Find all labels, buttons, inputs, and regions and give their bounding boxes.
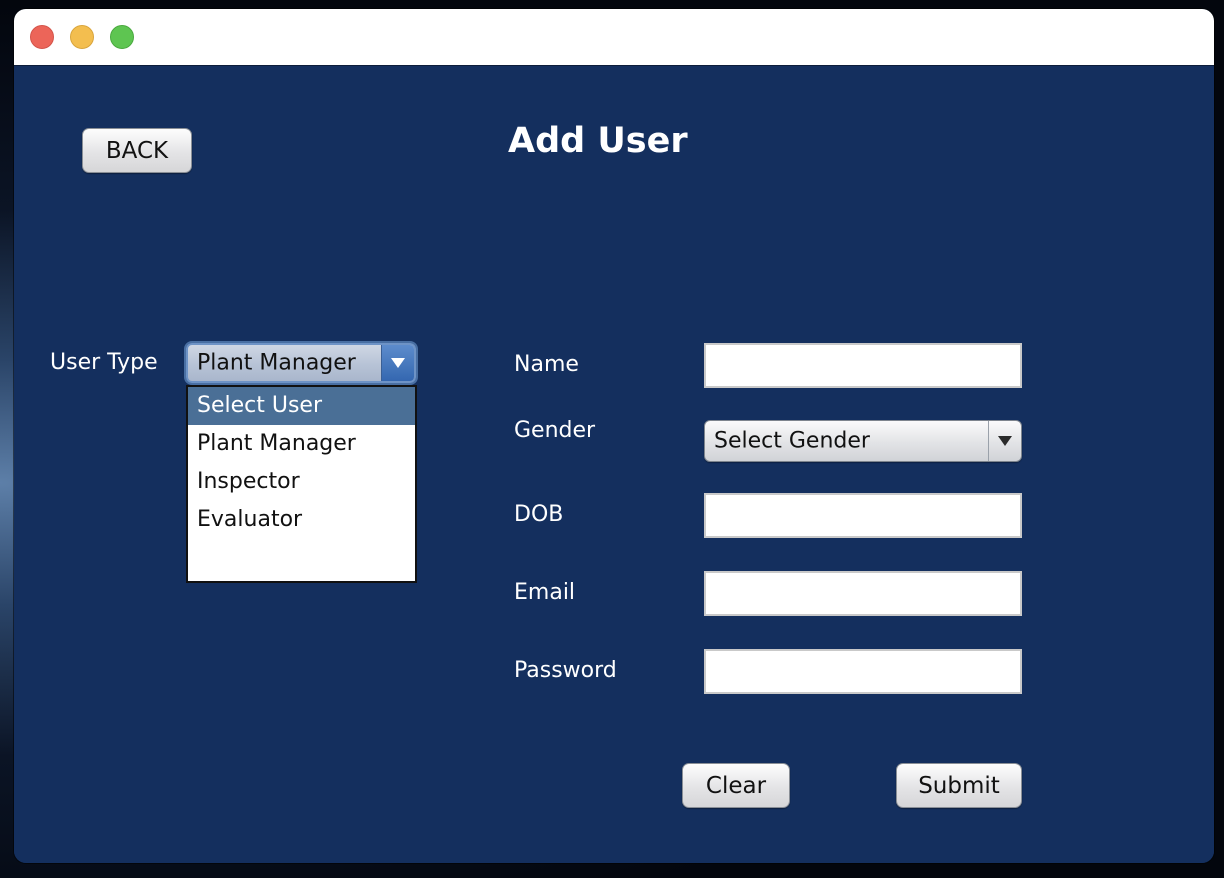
close-icon[interactable] bbox=[30, 25, 54, 49]
user-type-label: User Type bbox=[50, 350, 158, 375]
add-user-panel: BACK Add User User Type Plant Manager Se… bbox=[14, 66, 1214, 863]
gender-label: Gender bbox=[514, 418, 596, 443]
chevron-down-icon[interactable] bbox=[988, 421, 1021, 461]
password-field[interactable] bbox=[704, 649, 1022, 694]
user-type-select[interactable]: Plant Manager bbox=[186, 343, 416, 383]
email-label: Email bbox=[514, 580, 576, 605]
name-field[interactable] bbox=[704, 343, 1022, 388]
dropdown-option-plant-manager[interactable]: Plant Manager bbox=[188, 425, 415, 463]
minimize-icon[interactable] bbox=[70, 25, 94, 49]
dropdown-option-inspector[interactable]: Inspector bbox=[188, 463, 415, 501]
app-window: BACK Add User User Type Plant Manager Se… bbox=[14, 9, 1214, 863]
back-button[interactable]: BACK bbox=[82, 128, 192, 173]
dropdown-option-select-user[interactable]: Select User bbox=[188, 387, 415, 425]
submit-button[interactable]: Submit bbox=[896, 763, 1022, 808]
user-type-dropdown-list: Select User Plant Manager Inspector Eval… bbox=[186, 385, 417, 583]
dob-label: DOB bbox=[514, 502, 564, 527]
gender-select[interactable]: Select Gender bbox=[704, 420, 1022, 462]
chevron-down-icon[interactable] bbox=[381, 345, 414, 381]
maximize-icon[interactable] bbox=[110, 25, 134, 49]
dob-field[interactable] bbox=[704, 493, 1022, 538]
gender-selected-value: Select Gender bbox=[714, 428, 870, 454]
clear-button[interactable]: Clear bbox=[682, 763, 790, 808]
title-bar bbox=[14, 9, 1214, 66]
password-label: Password bbox=[514, 658, 617, 683]
email-field[interactable] bbox=[704, 571, 1022, 616]
user-type-selected-value: Plant Manager bbox=[197, 350, 356, 376]
name-label: Name bbox=[514, 352, 579, 377]
dropdown-option-evaluator[interactable]: Evaluator bbox=[188, 501, 415, 539]
page-title: Add User bbox=[508, 121, 688, 161]
